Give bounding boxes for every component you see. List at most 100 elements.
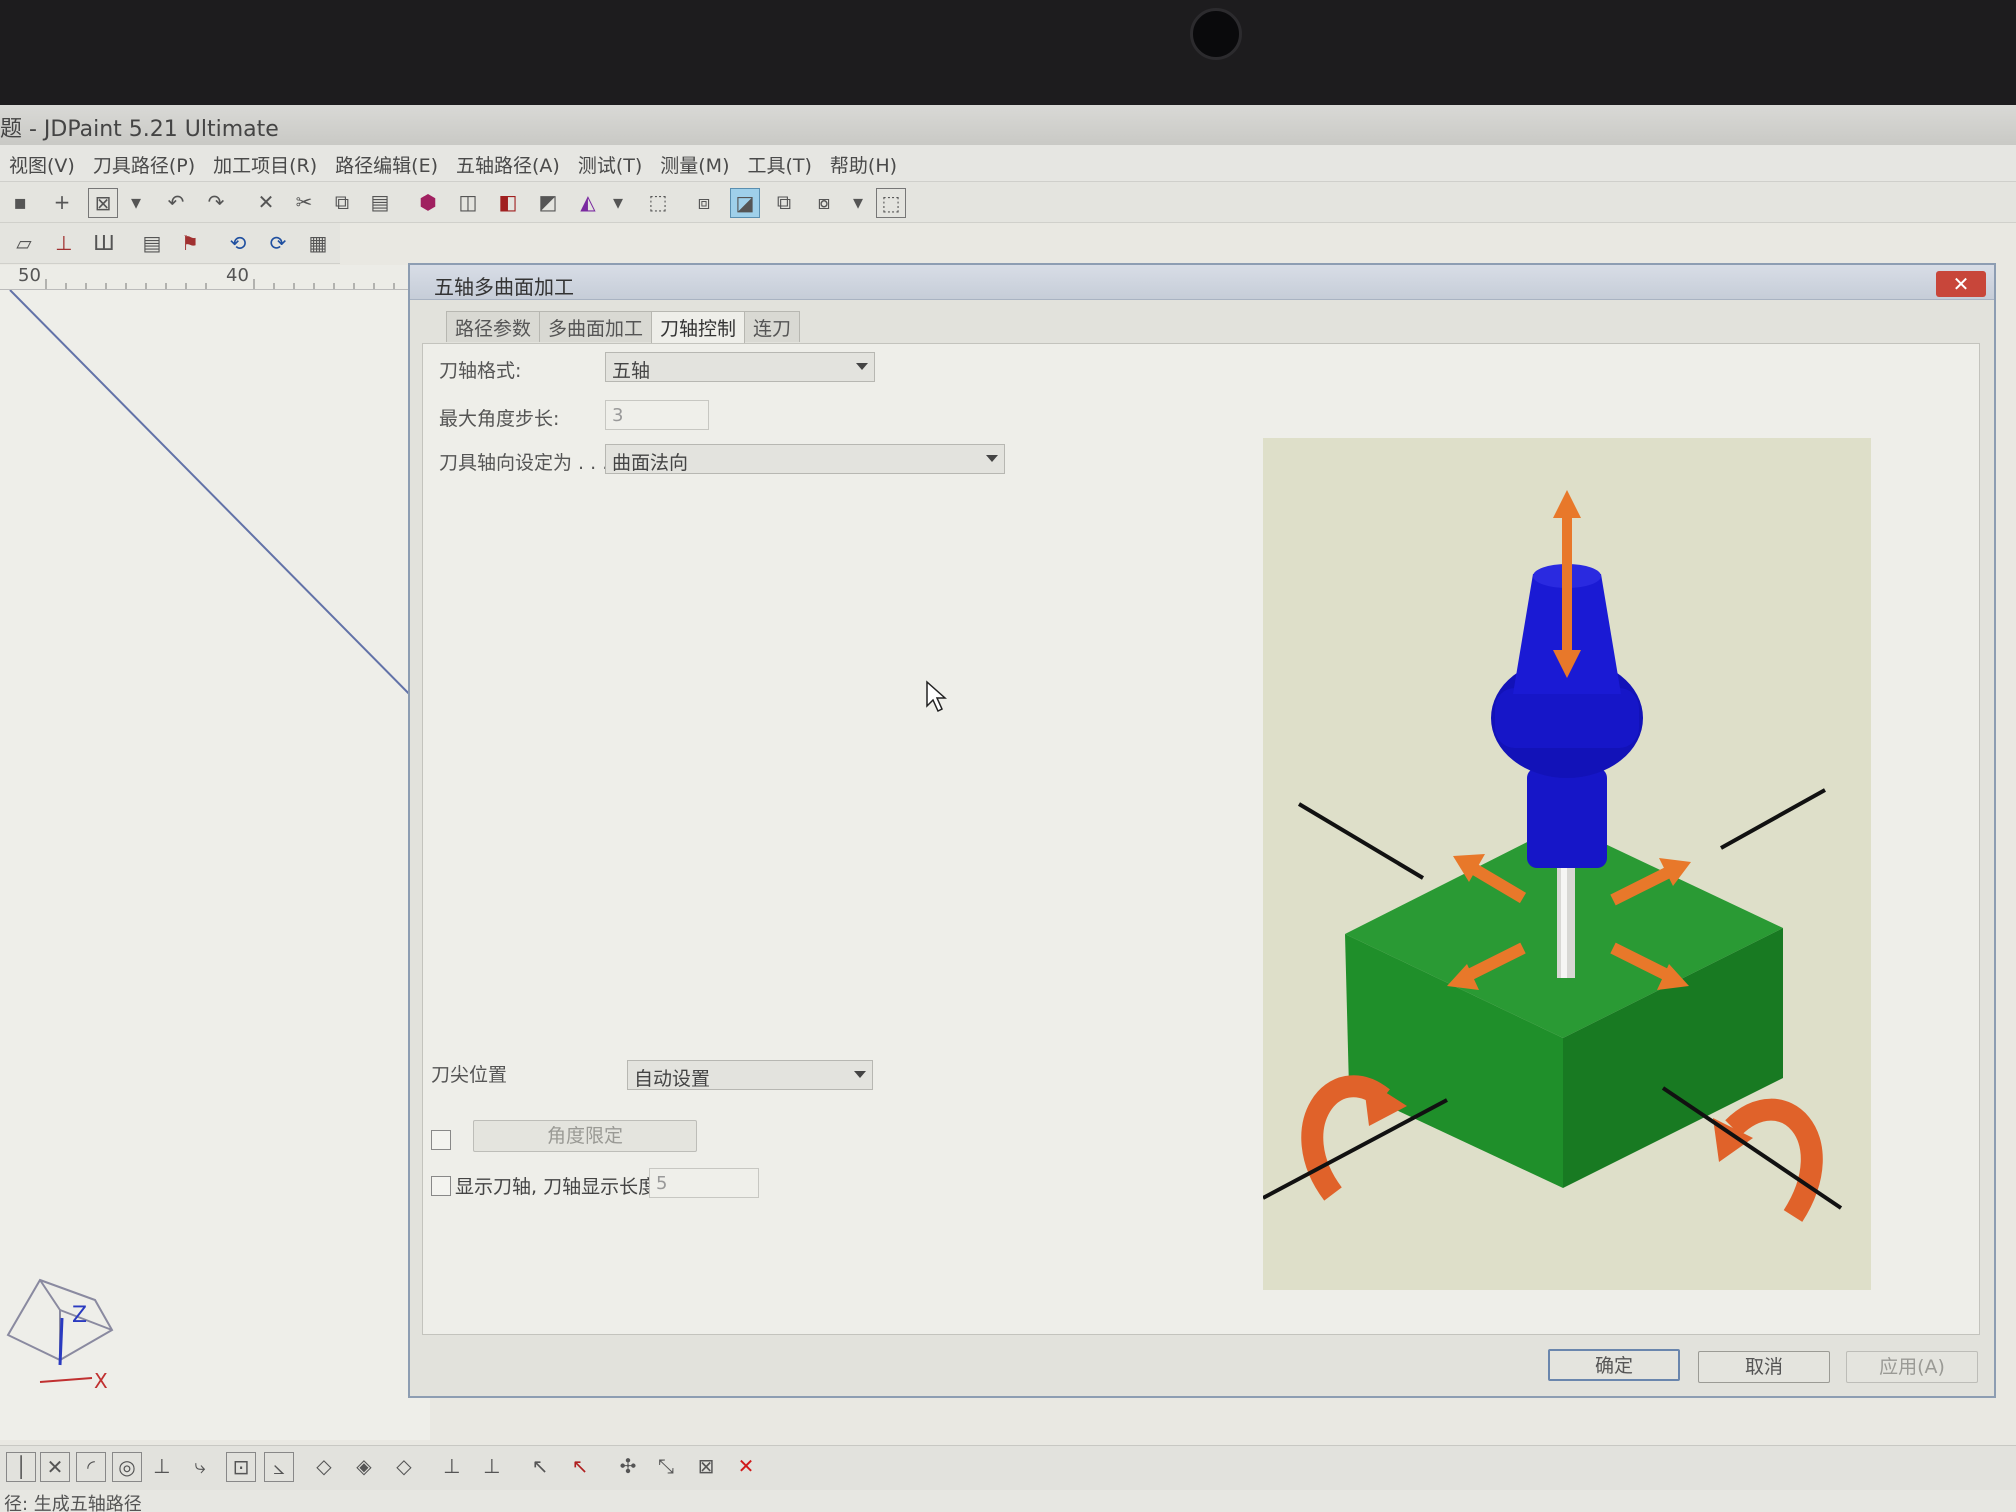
solid-view-icon[interactable]: ⬢ (414, 188, 442, 216)
menu-bar: 视图(V) 刀具路径(P) 加工项目(R) 路径编辑(E) 五轴路径(A) 测试(T) 测量… (0, 145, 2016, 182)
surface-tool-icon[interactable]: ▱ (10, 229, 38, 257)
dialog-title-bar[interactable]: 五轴多曲面加工 ✕ (410, 265, 1994, 300)
menu-tools[interactable]: 工具(T) (738, 145, 820, 178)
chevron-down-icon[interactable]: ▾ (844, 188, 872, 216)
ok-button[interactable]: 确定 (1548, 1349, 1680, 1381)
max-angle-step-label: 最大角度步长: (439, 408, 560, 430)
menu-help[interactable]: 帮助(H) (821, 145, 906, 178)
path-icon[interactable]: ▦ (304, 229, 332, 257)
snap-perpendicular-icon[interactable]: ⊥ (148, 1452, 176, 1480)
view-cube-icon[interactable]: ◪ (730, 188, 760, 218)
canvas-viewport[interactable]: Z X (0, 289, 430, 1440)
copy-icon[interactable]: ⧉ (328, 188, 356, 216)
five-axis-illustration (1262, 438, 1871, 1290)
chevron-down-icon[interactable]: ▾ (122, 188, 150, 216)
snap-angle-icon[interactable]: ⦣ (264, 1452, 294, 1482)
close-icon[interactable]: ✕ (732, 1452, 760, 1480)
snap-circle-icon[interactable]: ◎ (112, 1452, 142, 1482)
tip-position-select[interactable]: 自动设置 (627, 1060, 873, 1090)
dialog-tabs: 路径参数 多曲面加工 刀轴控制 连刀 (446, 311, 801, 346)
redo-icon[interactable]: ↷ (202, 188, 230, 216)
ruler: 50 40 (0, 265, 430, 290)
chevron-down-icon[interactable]: ▾ (604, 188, 632, 216)
show-axis-checkbox[interactable] (431, 1176, 451, 1196)
menu-path-edit[interactable]: 路径编辑(E) (326, 145, 447, 178)
undo-icon[interactable]: ↶ (162, 188, 190, 216)
dialog-title: 五轴多曲面加工 (434, 275, 574, 299)
tab-path-params[interactable]: 路径参数 (446, 311, 541, 342)
layer-icon[interactable]: ▤ (138, 229, 166, 257)
measure-icon[interactable]: ⤡ (652, 1452, 680, 1480)
surface-icon[interactable]: ◭ (574, 188, 602, 216)
menu-view[interactable]: 视图(V) (0, 145, 84, 178)
ruler-ticks (45, 279, 415, 289)
multi-tool-icon[interactable]: Ш (90, 229, 118, 257)
snap-cross-icon[interactable]: ✕ (40, 1452, 70, 1482)
camera-notch (1190, 8, 1242, 60)
close-icon[interactable]: ✕ (1936, 271, 1986, 297)
cut-icon[interactable]: ✂ (290, 188, 318, 216)
menu-toolpath[interactable]: 刀具路径(P) (84, 145, 204, 178)
copy-view-icon[interactable]: ⧉ (770, 188, 798, 216)
viewport-geometry (9, 289, 426, 711)
tab-link[interactable]: 连刀 (744, 311, 801, 342)
delete-icon[interactable]: ✕ (252, 188, 280, 216)
tool-axis-label: 刀具轴向设定为 . . . (439, 452, 609, 474)
axis-z-label: Z (72, 1303, 87, 1328)
stack-icon[interactable]: ⧇ (810, 188, 838, 216)
select-icon[interactable]: ⬚ (644, 188, 672, 216)
pointer-icon[interactable]: ↖ (526, 1452, 554, 1480)
max-angle-step-value: 3 (612, 405, 624, 426)
menu-measure[interactable]: 测量(M) (651, 145, 738, 178)
max-angle-step-input[interactable]: 3 (605, 400, 709, 430)
select-box-icon[interactable]: ⊠ (88, 188, 118, 218)
menu-test[interactable]: 测试(T) (569, 145, 651, 178)
menu-machining-project[interactable]: 加工项目(R) (204, 145, 326, 178)
tool-axis-value: 曲面法向 (612, 452, 689, 474)
menu-five-axis-path[interactable]: 五轴路径(A) (447, 145, 569, 178)
pointer-delete-icon[interactable]: ↖ (566, 1452, 594, 1480)
snap-center-icon[interactable]: ⊡ (226, 1452, 256, 1482)
axes-gizmo: Z X (6, 1278, 114, 1393)
five-axis-dialog: 五轴多曲面加工 ✕ 路径参数 多曲面加工 刀轴控制 连刀 刀轴格式: 五轴 最大角度步… (408, 263, 1996, 1398)
layers-icon[interactable]: ⧈ (690, 188, 718, 216)
status-bar: 径: 生成五轴路径 (0, 1490, 2016, 1512)
snap-tangent-icon[interactable]: ⤷ (186, 1452, 214, 1480)
mouse-cursor-icon (926, 680, 947, 713)
window-title: 题 - JDPaint 5.21 Ultimate (0, 117, 279, 142)
flag-icon[interactable]: ⚑ (176, 229, 204, 257)
axis-format-value: 五轴 (612, 360, 651, 382)
title-bar: 题 - JDPaint 5.21 Ultimate (0, 105, 2016, 146)
crosshair-icon[interactable]: + (48, 188, 76, 216)
axis-format-select[interactable]: 五轴 (605, 352, 875, 382)
select-all-icon[interactable]: ⊠ (692, 1452, 720, 1480)
shaded-icon[interactable]: ◧ (494, 188, 522, 216)
save-icon[interactable]: ▪ (6, 188, 34, 216)
tip-position-value: 自动设置 (634, 1068, 711, 1090)
paste-icon[interactable]: ▤ (366, 188, 394, 216)
wireframe-icon[interactable]: ◫ (454, 188, 482, 216)
box-view-icon[interactable]: ◩ (534, 188, 562, 216)
frame-select-icon[interactable]: ⬚ (876, 188, 906, 218)
rotate-axis-icon[interactable]: ⟲ (224, 229, 252, 257)
cancel-button[interactable]: 取消 (1698, 1351, 1830, 1383)
snap-icon[interactable]: │ (6, 1452, 36, 1482)
five-axis-icon[interactable]: ⟳ (264, 229, 292, 257)
tool-axis-select[interactable]: 曲面法向 (605, 444, 1005, 474)
tool-icon[interactable]: ⊥ (478, 1452, 506, 1480)
tab-tool-axis-control[interactable]: 刀轴控制 (651, 311, 746, 346)
show-axis-label: 显示刀轴, 刀轴显示长度 (455, 1176, 658, 1198)
diamond-icon[interactable]: ◈ (350, 1452, 378, 1480)
apply-button[interactable]: 应用(A) (1846, 1351, 1978, 1383)
angle-limit-checkbox[interactable] (431, 1130, 451, 1150)
axis-length-input[interactable]: 5 (649, 1168, 759, 1198)
diamond-icon[interactable]: ◇ (390, 1452, 418, 1480)
app-screen: 题 - JDPaint 5.21 Ultimate 视图(V) 刀具路径(P) 加工… (0, 105, 2016, 1512)
angle-limit-button[interactable]: 角度限定 (473, 1120, 697, 1152)
diamond-icon[interactable]: ◇ (310, 1452, 338, 1480)
snap-arc-icon[interactable]: ◜ (76, 1452, 106, 1482)
arrows-icon[interactable]: ✣ (614, 1452, 642, 1480)
tool-icon[interactable]: ⊥ (438, 1452, 466, 1480)
tab-multi-surface[interactable]: 多曲面加工 (539, 311, 653, 342)
drill-icon[interactable]: ⊥ (50, 229, 78, 257)
